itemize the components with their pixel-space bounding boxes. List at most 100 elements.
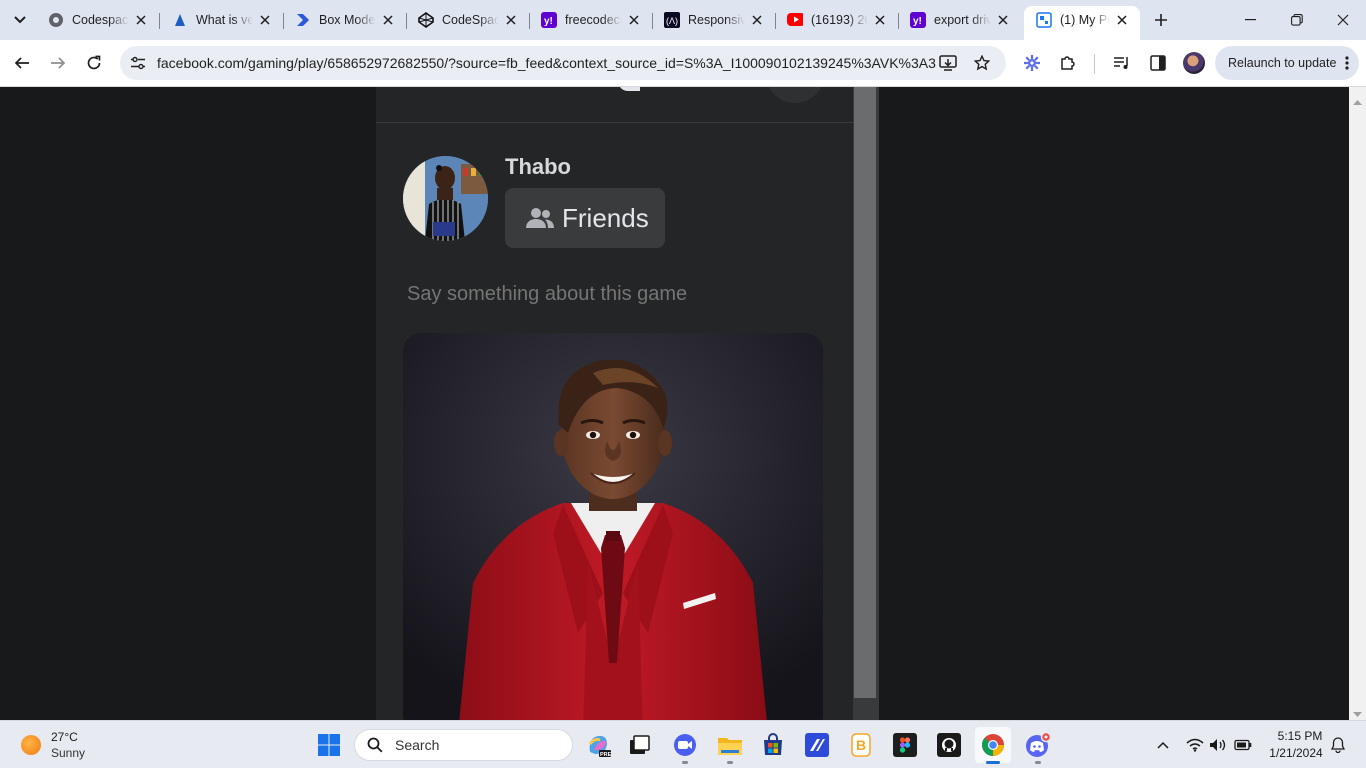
toolbar-divider: [1094, 54, 1095, 74]
scroll-up-arrow-icon[interactable]: [1353, 92, 1362, 110]
tab-search-chevron-icon[interactable]: [8, 8, 32, 32]
search-icon: [367, 737, 383, 753]
restore-icon[interactable]: [1274, 0, 1320, 40]
windows-taskbar: 27°C Sunny Search PRE B 5:15 PM 1/21/202…: [0, 720, 1366, 768]
svg-text:y!: y!: [913, 16, 922, 27]
friends-icon: [525, 206, 555, 230]
github-icon[interactable]: [931, 727, 967, 763]
tab-youtube[interactable]: (16193) 2024: [775, 6, 899, 34]
running-indicator: [1035, 761, 1041, 764]
browser-toolbar: facebook.com/gaming/play/658652972682550…: [0, 40, 1366, 87]
wifi-icon[interactable]: [1185, 735, 1205, 755]
tab-codespace[interactable]: CodeSpace: [406, 6, 530, 34]
discord-icon[interactable]: [1020, 727, 1056, 764]
back-arrow-icon[interactable]: [8, 49, 36, 77]
sun-weather-icon[interactable]: [21, 735, 41, 755]
svg-text:y!: y!: [544, 16, 553, 27]
tab-title: Box Model: [319, 13, 376, 27]
comment-input[interactable]: [407, 279, 827, 309]
svg-text:PRE: PRE: [600, 752, 611, 758]
tab-title: CodeSpace: [442, 13, 499, 27]
minimize-icon[interactable]: [1228, 0, 1274, 40]
scroll-down-arrow-icon[interactable]: [1353, 705, 1362, 720]
weather-temperature[interactable]: 27°C: [51, 730, 78, 744]
bitcoin-icon[interactable]: B: [843, 727, 879, 763]
page-viewport: Thabo Friends: [0, 87, 1366, 720]
relaunch-to-update-button[interactable]: Relaunch to update: [1215, 46, 1359, 80]
close-icon[interactable]: [995, 12, 1011, 28]
close-icon[interactable]: [503, 12, 519, 28]
close-icon[interactable]: [749, 12, 765, 28]
forward-arrow-icon[interactable]: [44, 49, 72, 77]
tab-my-puzzle-active[interactable]: (1) My Puzzle: [1024, 6, 1140, 40]
powerautomate-icon: [295, 12, 311, 28]
codespaces-icon: [48, 12, 64, 28]
bookmark-star-icon[interactable]: [972, 53, 992, 73]
visual-studio-icon[interactable]: [799, 727, 835, 763]
media-control-icon[interactable]: [1108, 49, 1136, 77]
tab-freecodecamp[interactable]: y! freecodecamp: [529, 6, 653, 34]
show-hidden-icons-chevron-icon[interactable]: [1153, 735, 1173, 755]
tab-box-model[interactable]: Box Model: [283, 6, 407, 34]
yahoo-icon: y!: [541, 12, 557, 28]
figma-icon[interactable]: [887, 727, 923, 763]
extension-gear-icon[interactable]: [1018, 49, 1046, 77]
freecodecamp-icon: (Λ): [664, 12, 680, 28]
extensions-puzzle-icon[interactable]: [1054, 49, 1082, 77]
running-indicator: [986, 761, 1000, 764]
clock-time[interactable]: 5:15 PM: [1274, 729, 1326, 743]
taskbar-search-box[interactable]: Search: [354, 729, 573, 761]
more-menu-icon[interactable]: [1345, 55, 1349, 74]
page-scrollbar[interactable]: [1349, 87, 1366, 720]
close-icon[interactable]: [257, 12, 273, 28]
battery-icon[interactable]: [1233, 735, 1253, 755]
close-icon[interactable]: [872, 12, 888, 28]
svg-text:B: B: [856, 737, 866, 753]
install-app-icon[interactable]: [938, 53, 958, 73]
tab-vertical-align[interactable]: What is vertical-align: [160, 6, 284, 34]
svg-text:(Λ): (Λ): [666, 16, 678, 26]
profile-avatar[interactable]: [1183, 52, 1205, 74]
microsoft-store-icon[interactable]: [755, 727, 791, 763]
tab-responsive[interactable]: (Λ) Responsive: [652, 6, 776, 34]
copilot-icon[interactable]: PRE: [580, 727, 616, 763]
atlassian-icon: [172, 12, 188, 28]
facebook-gaming-icon: [1036, 12, 1052, 28]
clock-date[interactable]: 1/21/2024: [1266, 746, 1326, 760]
codepen-icon: [418, 12, 434, 28]
tab-export-drive[interactable]: y! export drive: [898, 6, 1021, 34]
window-close-icon[interactable]: [1320, 0, 1366, 40]
side-panel-icon[interactable]: [1144, 49, 1172, 77]
volume-icon[interactable]: [1208, 735, 1228, 755]
zoom-icon[interactable]: [667, 727, 703, 764]
dialog-scrollbar-thumb[interactable]: [854, 87, 876, 698]
close-icon[interactable]: [626, 12, 642, 28]
running-indicator: [682, 761, 688, 764]
notification-bell-icon[interactable]: [1328, 735, 1348, 755]
windows-start-icon[interactable]: [311, 727, 347, 763]
tab-title: (1) My Puzzle: [1060, 13, 1110, 27]
close-icon[interactable]: [380, 12, 396, 28]
task-view-icon[interactable]: [622, 727, 658, 763]
close-icon[interactable]: [1114, 12, 1130, 28]
tab-title: What is vertical-align: [196, 13, 253, 27]
browser-tab-strip: Codespaces What is vertical-align Box Mo…: [0, 0, 1366, 40]
audience-selector-button[interactable]: Friends: [505, 188, 665, 248]
tab-title: export drive: [934, 13, 991, 27]
chrome-icon[interactable]: [975, 727, 1011, 764]
dialog-scrollbar[interactable]: [853, 87, 879, 720]
address-bar[interactable]: facebook.com/gaming/play/658652972682550…: [120, 46, 1006, 80]
new-tab-plus-icon[interactable]: [1150, 9, 1172, 31]
tab-title: Codespaces: [72, 13, 129, 27]
audience-label: Friends: [562, 202, 649, 233]
reload-icon[interactable]: [80, 49, 108, 77]
game-share-image[interactable]: [403, 333, 823, 720]
file-explorer-icon[interactable]: [712, 727, 748, 764]
tab-codespaces[interactable]: Codespaces: [36, 6, 160, 34]
site-settings-icon[interactable]: [128, 53, 148, 73]
weather-condition[interactable]: Sunny: [51, 746, 85, 760]
dialog-close-button[interactable]: [766, 87, 824, 103]
username: Thabo: [505, 154, 571, 179]
url-text[interactable]: facebook.com/gaming/play/658652972682550…: [157, 55, 937, 71]
close-icon[interactable]: [133, 12, 149, 28]
